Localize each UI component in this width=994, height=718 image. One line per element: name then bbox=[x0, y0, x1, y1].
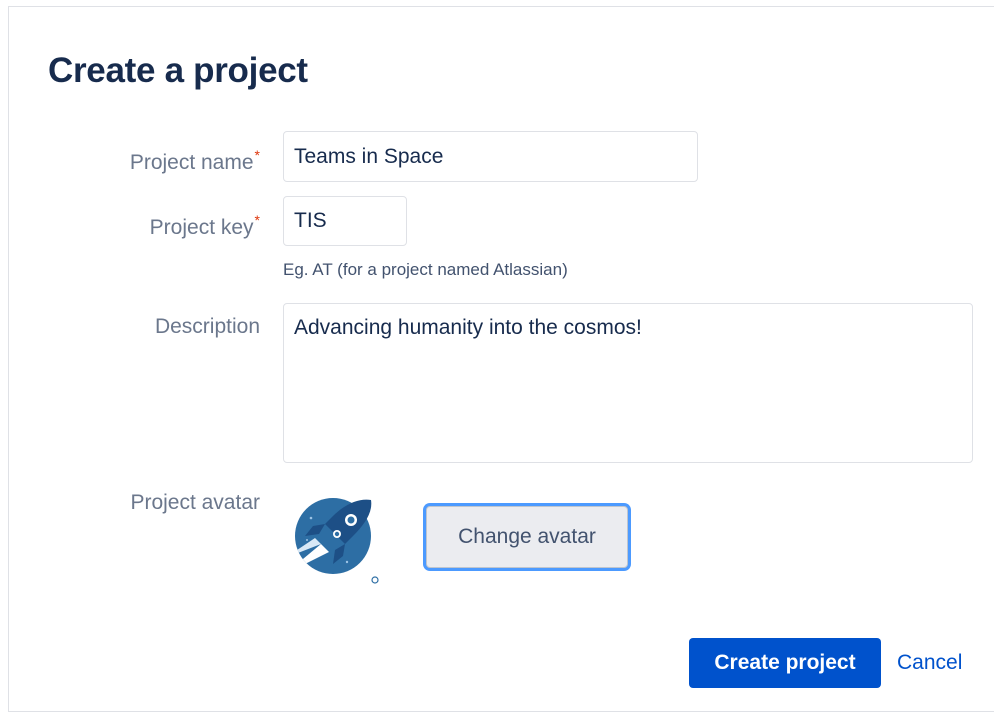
description-label-text: Description bbox=[154, 315, 260, 338]
required-marker: * bbox=[254, 212, 260, 228]
project-name-label: Project name* bbox=[129, 147, 260, 175]
project-key-hint: Eg. AT (for a project named Atlassian) bbox=[283, 260, 568, 279]
project-key-label-text: Project key bbox=[149, 216, 254, 239]
description-textarea[interactable]: Advancing humanity into the cosmos! bbox=[283, 303, 973, 463]
project-key-label: Project key* bbox=[149, 212, 260, 240]
project-name-input[interactable] bbox=[283, 131, 698, 182]
description-label: Description bbox=[155, 315, 260, 339]
create-project-button[interactable]: Create project bbox=[689, 638, 881, 688]
project-avatar-label: Project avatar bbox=[130, 491, 260, 515]
cancel-link[interactable]: Cancel bbox=[897, 651, 962, 675]
project-key-input[interactable] bbox=[283, 196, 407, 246]
rocket-avatar-icon bbox=[291, 488, 387, 584]
create-project-dialog: Create a project Project name* Project k… bbox=[8, 6, 994, 712]
dialog-title: Create a project bbox=[48, 51, 308, 90]
project-avatar-label-text: Project avatar bbox=[130, 491, 260, 514]
required-marker: * bbox=[254, 147, 260, 163]
project-name-label-text: Project name bbox=[129, 151, 254, 174]
change-avatar-button[interactable]: Change avatar bbox=[426, 506, 628, 568]
